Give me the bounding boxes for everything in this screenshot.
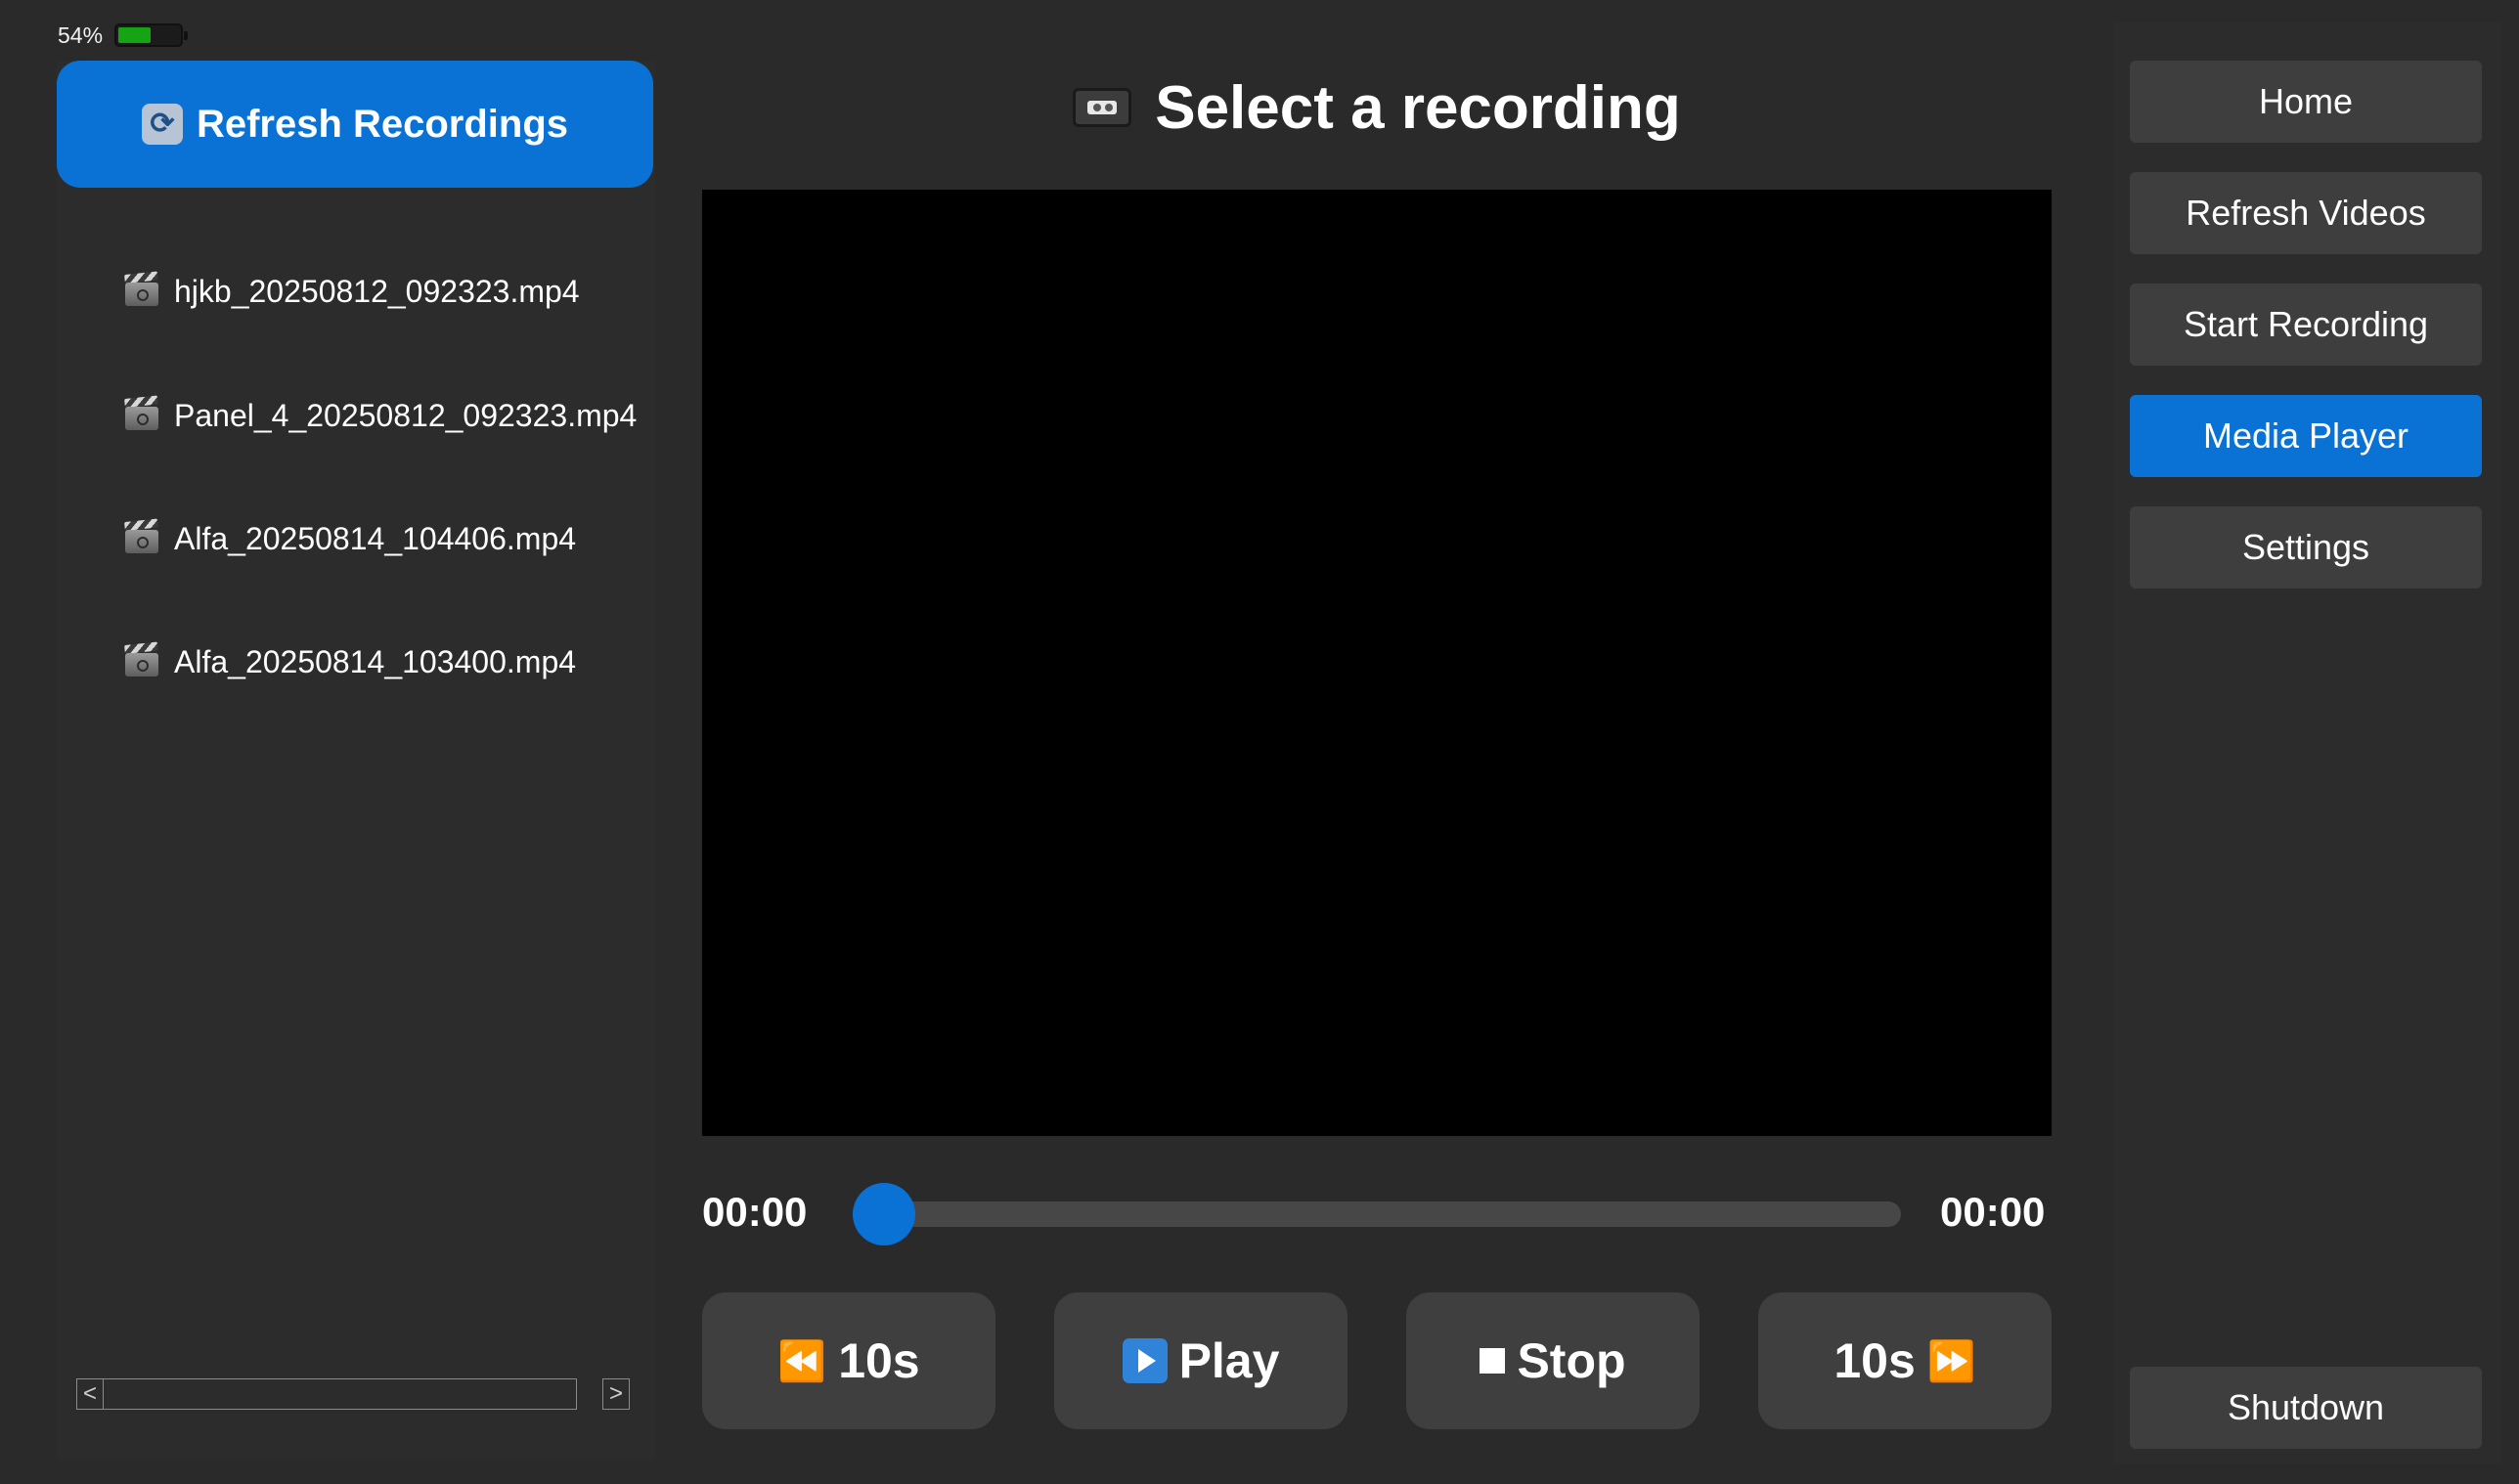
recording-filename: Alfa_20250814_104406.mp4 <box>174 520 577 556</box>
forward-label: 10s <box>1834 1333 1916 1388</box>
forward-10s-button[interactable]: 10s ⏩ <box>1758 1292 2052 1429</box>
play-button-icon <box>1122 1338 1168 1383</box>
horizontal-scrollbar[interactable]: < > <box>76 1378 634 1412</box>
seek-thumb[interactable] <box>853 1183 915 1245</box>
nav-start-recording-button[interactable]: Start Recording <box>2130 284 2482 366</box>
stop-label: Stop <box>1517 1333 1626 1388</box>
play-button[interactable]: Play <box>1054 1292 1348 1429</box>
video-display[interactable] <box>702 190 2052 1136</box>
refresh-recordings-label: Refresh Recordings <box>196 102 569 146</box>
recording-filename: Alfa_20250814_103400.mp4 <box>174 643 577 679</box>
recording-item[interactable]: Panel_4_20250812_092323.mp4 <box>123 386 637 445</box>
battery-percent: 54% <box>58 22 104 48</box>
recordings-panel: ⟳ Refresh Recordings hjkb_20250812_09232… <box>57 61 655 1459</box>
media-player-app: 54% ⟳ Refresh Recordings hjkb_20250812_0… <box>0 0 2519 1484</box>
total-time: 00:00 <box>1940 1189 2046 1235</box>
nav-refresh-videos-button[interactable]: Refresh Videos <box>2130 172 2482 254</box>
nav-settings-button[interactable]: Settings <box>2130 506 2482 589</box>
status-bar: 54% <box>58 20 189 51</box>
refresh-arrows-icon: ⟳ <box>141 104 183 145</box>
movie-camera-icon <box>123 271 160 308</box>
recording-filename: Panel_4_20250812_092323.mp4 <box>174 397 638 433</box>
recording-item[interactable]: Alfa_20250814_103400.mp4 <box>123 633 576 691</box>
rewind-label: 10s <box>838 1333 920 1388</box>
fast-forward-icon: ⏩ <box>1926 1339 1976 1383</box>
stop-icon <box>1480 1348 1506 1374</box>
seek-slider[interactable] <box>853 1183 1901 1245</box>
scrollbar-track[interactable] <box>104 1378 577 1410</box>
recording-item[interactable]: Alfa_20250814_104406.mp4 <box>123 509 576 568</box>
nav-home-button[interactable]: Home <box>2130 61 2482 143</box>
movie-camera-icon <box>123 395 160 432</box>
navigation-sidebar: Home Refresh Videos Start Recording Medi… <box>2114 22 2501 1464</box>
scroll-right-arrow[interactable]: > <box>602 1378 630 1410</box>
nav-media-player-button[interactable]: Media Player <box>2130 395 2482 477</box>
recording-item[interactable]: hjkb_20250812_092323.mp4 <box>123 262 580 321</box>
refresh-recordings-button[interactable]: ⟳ Refresh Recordings <box>57 61 653 188</box>
recordings-list[interactable]: hjkb_20250812_092323.mp4 Panel_4_2025081… <box>57 262 649 839</box>
current-time: 00:00 <box>702 1189 808 1235</box>
play-label: Play <box>1178 1333 1280 1388</box>
movie-camera-icon <box>123 641 160 678</box>
stop-button[interactable]: Stop <box>1406 1292 1700 1429</box>
battery-icon <box>114 23 189 47</box>
rewind-10s-button[interactable]: ⏪ 10s <box>702 1292 995 1429</box>
scroll-left-arrow[interactable]: < <box>76 1378 104 1410</box>
videocassette-icon <box>1073 88 1132 127</box>
rewind-icon: ⏪ <box>777 1339 827 1383</box>
shutdown-button[interactable]: Shutdown <box>2130 1367 2482 1449</box>
player-title: Select a recording <box>702 59 2052 156</box>
seek-track[interactable] <box>853 1201 1901 1227</box>
movie-camera-icon <box>123 518 160 555</box>
battery-level-fill <box>118 27 152 43</box>
page-title: Select a recording <box>1155 73 1681 142</box>
recording-filename: hjkb_20250812_092323.mp4 <box>174 273 580 309</box>
